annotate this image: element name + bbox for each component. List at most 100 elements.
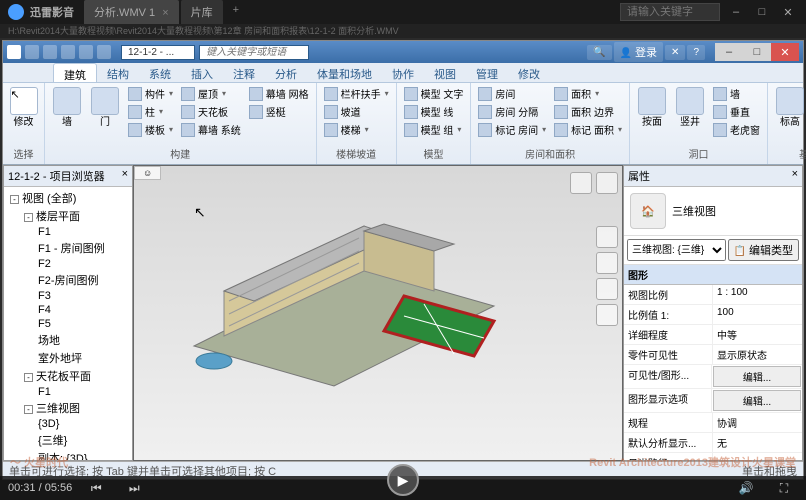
mullion-button[interactable]: 竖梃 (246, 103, 312, 120)
tab-systems[interactable]: 系统 (139, 63, 181, 82)
tree-item[interactable]: F3 (6, 289, 130, 303)
view-tab[interactable]: ☺ (134, 166, 161, 180)
doc-switcher[interactable]: 12-1-2 - ... (121, 45, 195, 60)
login-button[interactable]: 👤 登录 (614, 42, 663, 62)
tree-item[interactable]: -天花板平面 (6, 367, 130, 385)
viewcube-icon[interactable] (570, 172, 592, 194)
wall-opening-button[interactable]: 墙 (710, 85, 763, 102)
tree-item[interactable]: 副本: {3D} (6, 449, 130, 460)
props-close-icon[interactable]: × (792, 168, 798, 184)
tree-item[interactable]: -视图 (全部) (6, 189, 130, 207)
player-search-input[interactable] (620, 3, 720, 21)
door-button[interactable]: 门 (87, 85, 123, 130)
ceiling-button[interactable]: 天花板 (178, 103, 244, 120)
tab-annotate[interactable]: 注释 (223, 63, 265, 82)
qat-print-icon[interactable] (97, 45, 111, 59)
tab-structure[interactable]: 结构 (97, 63, 139, 82)
tree-item[interactable]: F1 (6, 385, 130, 399)
play-pause-button[interactable]: ▶ (387, 464, 419, 496)
tab-collaborate[interactable]: 协作 (382, 63, 424, 82)
revit-app-icon[interactable] (7, 45, 21, 59)
edit-type-button[interactable]: 📋 编辑类型 (728, 239, 799, 261)
wall-button[interactable]: 墙 (49, 85, 85, 130)
pan-icon[interactable] (596, 252, 618, 274)
tree-item[interactable]: {三维} (6, 431, 130, 449)
player-tab-active[interactable]: 分析.WMV 1 × (84, 0, 179, 24)
tab-insert[interactable]: 插入 (181, 63, 223, 82)
tree-item[interactable]: {3D} (6, 417, 130, 431)
prev-button[interactable]: ⏮ (82, 479, 110, 497)
browser-tree[interactable]: -视图 (全部)-楼层平面F1F1 - 房间图例F2F2-房间图例F3F4F5场… (4, 187, 132, 460)
vertical-button[interactable]: 垂直 (710, 103, 763, 120)
props-row[interactable]: 零件可见性显示原状态 (624, 345, 802, 365)
qat-redo-icon[interactable] (79, 45, 93, 59)
model-line-button[interactable]: 模型 线 (401, 103, 467, 120)
dormer-button[interactable]: 老虎窗 (710, 121, 763, 138)
props-row[interactable]: 比例值 1:100 (624, 305, 802, 325)
modify-button[interactable]: ↖修改 (7, 85, 40, 130)
tab-modify[interactable]: 修改 (508, 63, 550, 82)
zoom-icon[interactable] (596, 278, 618, 300)
curtain-grid-button[interactable]: 幕墙 网格 (246, 85, 312, 102)
column-button[interactable]: 柱▾ (125, 103, 176, 120)
qat-save-icon[interactable] (43, 45, 57, 59)
tag-area-button[interactable]: 标记 面积▾ (551, 121, 625, 138)
tree-item[interactable]: F2 (6, 257, 130, 271)
tag-room-button[interactable]: 标记 房间▾ (475, 121, 549, 138)
player-tab-library[interactable]: 片库 (181, 0, 223, 24)
model-text-button[interactable]: 模型 文字 (401, 85, 467, 102)
navwheel-icon[interactable] (596, 226, 618, 248)
model-group-button[interactable]: 模型 组▾ (401, 121, 467, 138)
area-button[interactable]: 面积▾ (551, 85, 625, 102)
home-icon[interactable] (596, 172, 618, 194)
qat-undo-icon[interactable] (61, 45, 75, 59)
next-button[interactable]: ⏭ (120, 479, 148, 497)
tree-item[interactable]: F2-房间图例 (6, 271, 130, 289)
room-sep-button[interactable]: 房间 分隔 (475, 103, 549, 120)
byface-button[interactable]: 按面 (634, 85, 670, 130)
tree-item[interactable]: -三维视图 (6, 399, 130, 417)
tab-view[interactable]: 视图 (424, 63, 466, 82)
tab-massing[interactable]: 体量和场地 (307, 63, 382, 82)
level-button[interactable]: 标高 (772, 85, 806, 130)
props-row[interactable]: 可见性/图形...编辑... (624, 365, 802, 389)
help-icon[interactable]: ? (687, 45, 705, 60)
tree-item[interactable]: F4 (6, 303, 130, 317)
tree-item[interactable]: F1 - 房间图例 (6, 239, 130, 257)
tree-item[interactable]: F1 (6, 225, 130, 239)
area-boundary-button[interactable]: 面积 边界 (551, 103, 625, 120)
tree-item[interactable]: -楼层平面 (6, 207, 130, 225)
component-button[interactable]: 构件▾ (125, 85, 176, 102)
player-tab-add[interactable]: + (225, 0, 247, 24)
tree-item[interactable]: 场地 (6, 331, 130, 349)
props-row[interactable]: 详细程度中等 (624, 325, 802, 345)
tab-manage[interactable]: 管理 (466, 63, 508, 82)
props-row[interactable]: 图形显示选项编辑... (624, 389, 802, 413)
help-search-input[interactable] (199, 45, 309, 60)
props-row[interactable]: 默认分析显示...无 (624, 433, 802, 453)
instance-selector[interactable]: 三维视图: {三维} (627, 239, 726, 261)
props-row[interactable]: 规程协调 (624, 413, 802, 433)
exchange-icon[interactable]: ✕ (665, 45, 685, 60)
browser-close-icon[interactable]: × (122, 168, 128, 184)
player-min-icon[interactable]: – (726, 6, 746, 18)
infocenter-search-icon[interactable]: 🔍 (587, 45, 611, 60)
curtain-system-button[interactable]: 幕墙 系统 (178, 121, 244, 138)
props-row[interactable]: 日光路径 (624, 453, 802, 460)
railing-button[interactable]: 栏杆扶手▾ (321, 85, 392, 102)
window-close-button[interactable]: ✕ (771, 43, 799, 61)
window-min-button[interactable]: – (715, 43, 743, 61)
tree-item[interactable]: 室外地坪 (6, 349, 130, 367)
volume-icon[interactable]: 🔊 (732, 479, 760, 497)
player-max-icon[interactable]: □ (752, 6, 772, 18)
window-max-button[interactable]: □ (743, 43, 771, 61)
orbit-icon[interactable] (596, 304, 618, 326)
qat-open-icon[interactable] (25, 45, 39, 59)
shaft-button[interactable]: 竖井 (672, 85, 708, 130)
tree-item[interactable]: F5 (6, 317, 130, 331)
3d-viewport[interactable]: ☺ ↖ (133, 165, 623, 461)
props-row[interactable]: 视图比例1 : 100 (624, 285, 802, 305)
room-button[interactable]: 房间 (475, 85, 549, 102)
floor-button[interactable]: 楼板▾ (125, 121, 176, 138)
tab-analyze[interactable]: 分析 (265, 63, 307, 82)
